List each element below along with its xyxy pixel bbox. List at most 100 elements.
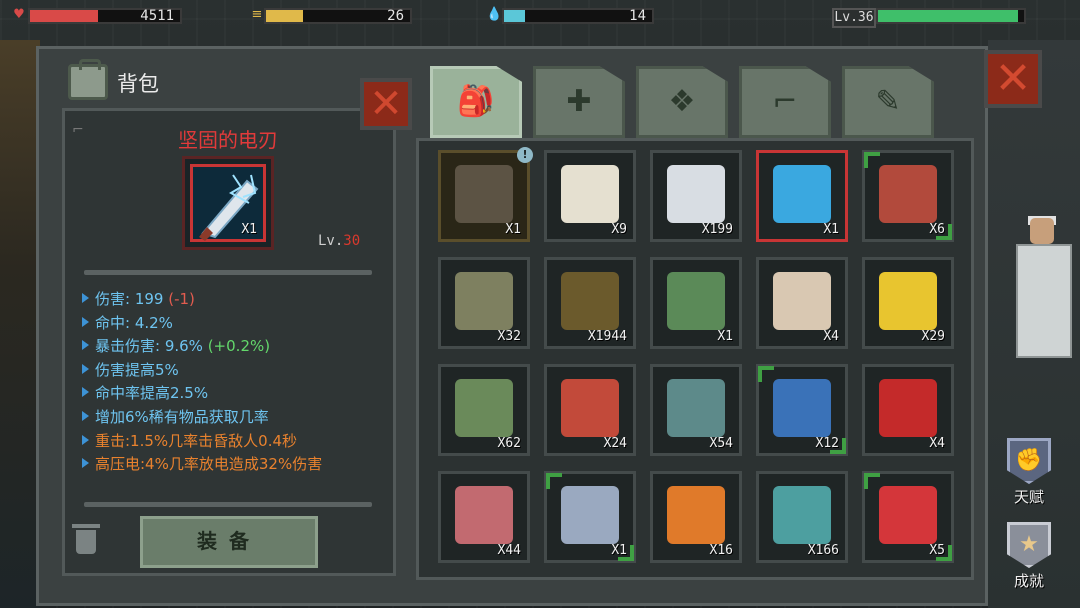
- leys-chips-icon: [879, 272, 937, 330]
- close-inventory-button[interactable]: ✕: [984, 50, 1042, 108]
- stat-label: 暴击伤害:: [95, 337, 165, 356]
- close-icon: ✕: [994, 53, 1032, 104]
- item-slot-dynamite[interactable]: X6: [862, 150, 954, 242]
- juice-icon: [879, 486, 937, 544]
- item-slot-rifle-ammo[interactable]: X1944: [544, 257, 636, 349]
- item-slot-cash-bundle[interactable]: X62: [438, 364, 530, 456]
- trash-icon[interactable]: [72, 524, 100, 554]
- item-quantity: X1: [611, 543, 627, 558]
- tab-backpack[interactable]: 🎒: [430, 66, 522, 138]
- item-slot-ammo-box[interactable]: X199: [650, 150, 742, 242]
- item-name: 坚固的电刃: [178, 128, 278, 152]
- item-slot-soup-can[interactable]: X54: [650, 364, 742, 456]
- pistol-icon: ⌐: [772, 84, 798, 119]
- item-quantity: X32: [497, 329, 521, 344]
- item-quantity: X1: [717, 329, 733, 344]
- apples-icon: [879, 379, 937, 437]
- metal-plate-icon: [561, 486, 619, 544]
- medkit-icon: ✚: [566, 84, 592, 119]
- item-slot-juice[interactable]: X5: [862, 471, 954, 563]
- item-slot-apples[interactable]: X4: [862, 364, 954, 456]
- equip-button[interactable]: 装备: [140, 516, 318, 568]
- stat-label: 增加6%稀有物品获取几率: [95, 407, 269, 426]
- item-slot-carrots[interactable]: X16: [650, 471, 742, 563]
- divider-top: [84, 270, 372, 275]
- item-slot-leys-chips[interactable]: X29: [862, 257, 954, 349]
- item-quantity: X199: [701, 222, 733, 237]
- item-portrait: X1: [182, 156, 274, 250]
- item-slot-electric-blade[interactable]: X1: [756, 150, 848, 242]
- close-detail-button[interactable]: ✕: [360, 78, 412, 130]
- item-slot-toolkit[interactable]: X12: [756, 364, 848, 456]
- carrots-icon: [667, 486, 725, 544]
- item-slot-soup-pot[interactable]: X1: [650, 257, 742, 349]
- item-slot-board[interactable]: X4: [756, 257, 848, 349]
- bullet-icon: [82, 410, 89, 421]
- achievement-button[interactable]: ★ 成就: [998, 522, 1060, 591]
- divider-bottom: [84, 502, 372, 507]
- tab-medical[interactable]: ✚: [533, 66, 625, 138]
- item-quantity: X1: [241, 222, 257, 237]
- close-icon: ✕: [369, 81, 403, 127]
- bag-title: 背包: [117, 72, 159, 96]
- item-quantity: X166: [807, 543, 839, 558]
- heart-icon: ♥: [13, 7, 25, 22]
- item-quantity: X29: [921, 329, 945, 344]
- item-slot-raw-meat[interactable]: X44: [438, 471, 530, 563]
- tab-tools[interactable]: ✎: [842, 66, 934, 138]
- item-slot-bean-can[interactable]: X24: [544, 364, 636, 456]
- talent-button[interactable]: ✊ 天赋: [998, 438, 1060, 507]
- stat-line: 高压电:4%几率放电造成32%伤害: [82, 453, 382, 477]
- raw-meat-icon: [455, 486, 513, 544]
- tab-armor[interactable]: ❖: [636, 66, 728, 138]
- new-item-badge: !: [517, 147, 533, 163]
- item-quantity: X1: [823, 222, 839, 237]
- health-value: 4511: [140, 8, 174, 24]
- item-quantity: X24: [603, 436, 627, 451]
- electric-blade-icon: [773, 165, 831, 223]
- item-slot-metal-plate[interactable]: X1: [544, 471, 636, 563]
- stat-value: 4.2%: [134, 313, 173, 332]
- water-bar: 14: [502, 8, 654, 24]
- item-quantity: X16: [709, 543, 733, 558]
- backpack-icon: [68, 59, 108, 100]
- item-slot-bandage[interactable]: X9: [544, 150, 636, 242]
- stat-line: 伤害: 199 (-1): [82, 288, 382, 312]
- talent-label: 天赋: [1013, 488, 1044, 506]
- stat-label: 伤害提高5%: [95, 360, 179, 379]
- bullet-icon: [82, 316, 89, 327]
- backpack-icon: 🎒: [457, 84, 495, 119]
- item-quantity: X4: [929, 436, 945, 451]
- stat-delta: (+0.2%): [202, 337, 271, 356]
- item-quantity: X1944: [587, 329, 627, 344]
- experience-bar: [876, 8, 1026, 24]
- item-quantity: X44: [497, 543, 521, 558]
- item-level-value: 30: [343, 233, 361, 249]
- item-quantity: X12: [815, 436, 839, 451]
- item-quantity: X5: [929, 543, 945, 558]
- soup-can-icon: [667, 379, 725, 437]
- item-slot-first-aid-bag[interactable]: X32: [438, 257, 530, 349]
- item-quantity: X4: [823, 329, 839, 344]
- health-bar: 4511: [28, 8, 182, 24]
- item-slot-crossbow[interactable]: X1!: [438, 147, 533, 242]
- item-slot-water-bucket[interactable]: X166: [756, 471, 848, 563]
- tab-weapons[interactable]: ⌐: [739, 66, 831, 138]
- stat-delta: (-1): [163, 290, 195, 308]
- bullet-icon: [82, 363, 89, 374]
- bullet-icon: [82, 434, 89, 445]
- item-level-prefix: Lv.: [318, 233, 344, 249]
- item-level: Lv.30: [318, 233, 360, 249]
- toolkit-icon: [773, 379, 831, 437]
- stat-value: 9.6%: [164, 337, 203, 356]
- stat-line: 伤害提高5%: [82, 359, 382, 383]
- first-aid-bag-icon: [455, 272, 513, 330]
- water-value: 14: [629, 8, 646, 24]
- stat-label: 伤害:: [95, 290, 135, 308]
- water-bucket-icon: [773, 486, 831, 544]
- player-level: Lv.36: [832, 8, 876, 28]
- bullet-icon: [82, 387, 89, 398]
- crossbow-icon: [455, 165, 513, 223]
- item-quantity: X9: [611, 222, 627, 237]
- fist-icon: ✊: [1007, 438, 1051, 484]
